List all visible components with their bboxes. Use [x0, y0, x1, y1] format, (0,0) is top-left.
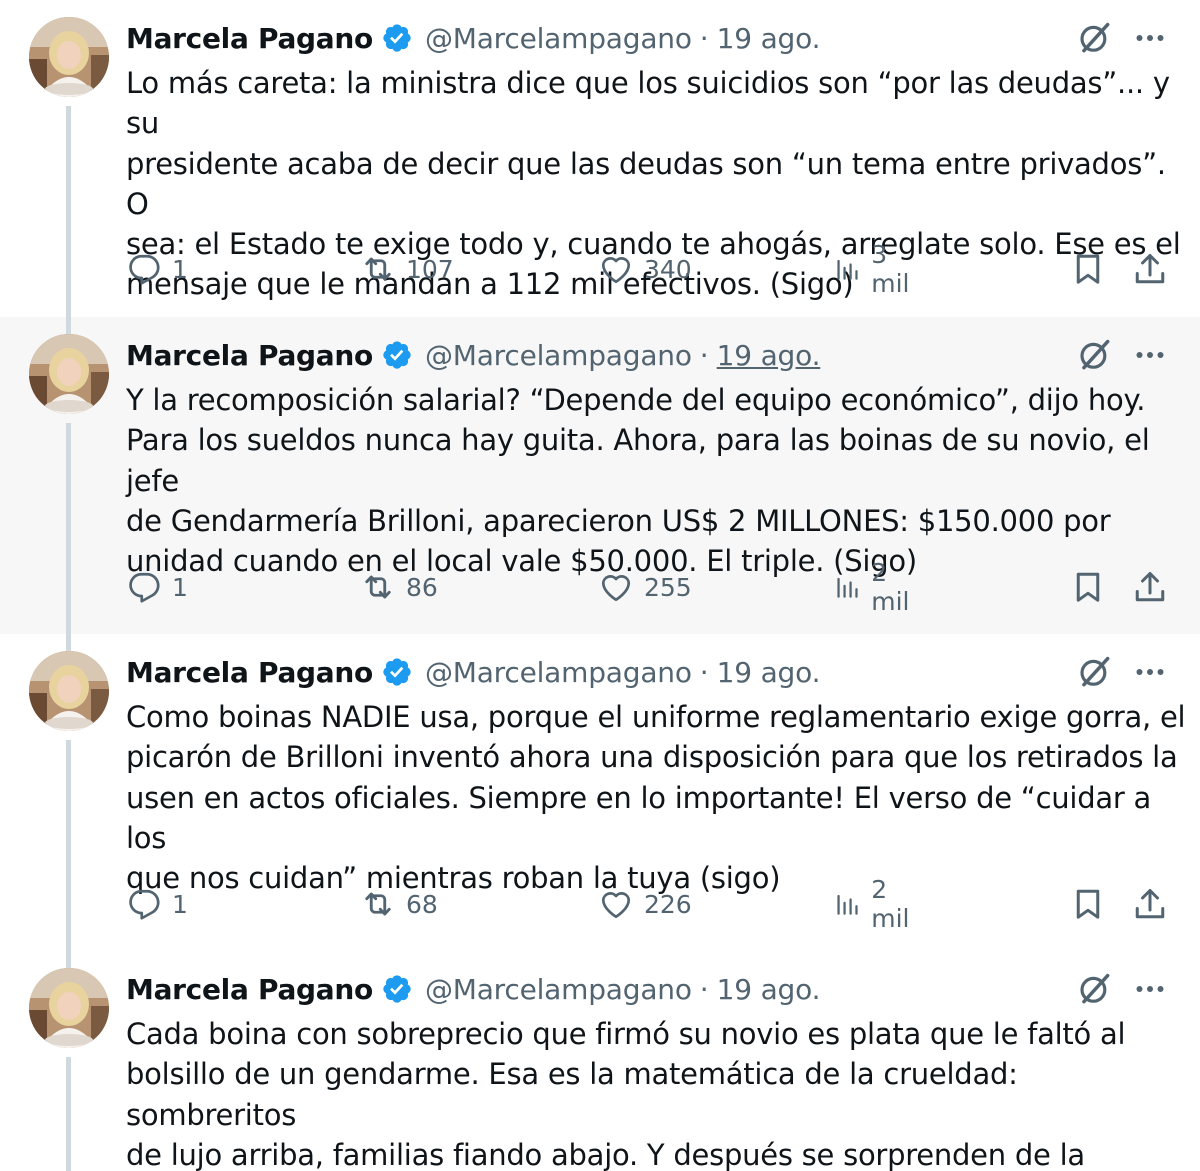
tweet-date[interactable]: 19 ago.: [717, 339, 821, 372]
views-count: 2 mil: [871, 558, 910, 616]
avatar[interactable]: [29, 17, 109, 97]
avatar[interactable]: [29, 651, 109, 731]
bookmark-icon: [1070, 886, 1106, 922]
share-button[interactable]: [1132, 249, 1168, 289]
tweet-text: Y la recomposición salarial? “Depende de…: [126, 383, 1150, 579]
grok-icon[interactable]: [1076, 336, 1114, 374]
tweet[interactable]: Marcela Pagano @Marcelampagano · 19 ago.…: [0, 0, 1200, 317]
verified-badge-icon: [381, 22, 413, 54]
user-handle[interactable]: @Marcelampagano: [425, 339, 692, 372]
bookmark-button[interactable]: [1070, 567, 1106, 607]
separator-dot: ·: [699, 338, 709, 372]
more-icon[interactable]: [1132, 20, 1168, 56]
reply-icon: [126, 886, 162, 922]
retweet-button[interactable]: 68: [360, 884, 438, 924]
bookmark-icon: [1070, 251, 1106, 287]
tweet-date[interactable]: 19 ago.: [717, 656, 821, 689]
tweet-header: Marcela Pagano @Marcelampagano · 19 ago.: [126, 18, 820, 58]
views-icon: [834, 251, 861, 287]
reply-button[interactable]: 1: [126, 567, 188, 607]
grok-icon[interactable]: [1076, 19, 1114, 57]
verified-badge-icon: [381, 656, 413, 688]
tweet[interactable]: Marcela Pagano @Marcelampagano · 19 ago.…: [0, 317, 1200, 634]
tweet-text: Como boinas NADIE usa, porque el uniform…: [126, 700, 1186, 896]
thread-line: [66, 106, 71, 317]
more-icon[interactable]: [1132, 971, 1168, 1007]
views-button[interactable]: 2 mil: [834, 558, 918, 616]
separator-dot: ·: [699, 21, 709, 55]
share-icon: [1132, 251, 1168, 287]
reply-icon: [126, 569, 162, 605]
verified-badge-icon: [381, 973, 413, 1005]
heart-icon: [598, 886, 634, 922]
avatar[interactable]: [29, 334, 109, 414]
like-button[interactable]: 255: [598, 567, 692, 607]
thread-line: [66, 423, 71, 634]
views-count: 2 mil: [871, 875, 910, 933]
user-handle[interactable]: @Marcelampagano: [425, 973, 692, 1006]
tweet-header: Marcela Pagano @Marcelampagano · 19 ago.: [126, 652, 820, 692]
tweet-header: Marcela Pagano @Marcelampagano · 19 ago.: [126, 335, 820, 375]
like-button[interactable]: 226: [598, 884, 692, 924]
like-count: 255: [644, 572, 692, 602]
like-button[interactable]: 340: [598, 249, 692, 289]
bookmark-icon: [1070, 569, 1106, 605]
retweet-button[interactable]: 86: [360, 567, 438, 607]
grok-icon[interactable]: [1076, 970, 1114, 1008]
bookmark-button[interactable]: [1070, 884, 1106, 924]
verified-badge-icon: [381, 339, 413, 371]
grok-icon[interactable]: [1076, 653, 1114, 691]
more-icon[interactable]: [1132, 337, 1168, 373]
retweet-count: 68: [406, 889, 438, 919]
views-icon: [834, 569, 861, 605]
views-count: 3 mil: [871, 240, 910, 298]
reply-button[interactable]: 1: [126, 884, 188, 924]
user-name[interactable]: Marcela Pagano: [126, 22, 373, 55]
reply-button[interactable]: 1: [126, 249, 188, 289]
tweet-date[interactable]: 19 ago.: [717, 973, 821, 1006]
thread-line: [66, 634, 71, 651]
retweet-count: 86: [406, 572, 438, 602]
share-icon: [1132, 886, 1168, 922]
retweet-icon: [360, 251, 396, 287]
tweet-header: Marcela Pagano @Marcelampagano · 19 ago.: [126, 969, 820, 1009]
reply-count: 1: [172, 572, 188, 602]
user-name[interactable]: Marcela Pagano: [126, 339, 373, 372]
user-handle[interactable]: @Marcelampagano: [425, 656, 692, 689]
like-count: 340: [644, 254, 692, 284]
share-icon: [1132, 569, 1168, 605]
thread-line: [66, 317, 71, 334]
user-name[interactable]: Marcela Pagano: [126, 656, 373, 689]
views-button[interactable]: 3 mil: [834, 240, 918, 298]
heart-icon: [598, 569, 634, 605]
views-icon: [834, 886, 861, 922]
reply-count: 1: [172, 254, 188, 284]
bookmark-button[interactable]: [1070, 249, 1106, 289]
tweet-date[interactable]: 19 ago.: [717, 22, 821, 55]
like-count: 226: [644, 889, 692, 919]
separator-dot: ·: [699, 655, 709, 689]
tweet-text: Cada boina con sobreprecio que firmó su …: [126, 1017, 1126, 1171]
user-handle[interactable]: @Marcelampagano: [425, 22, 692, 55]
retweet-button[interactable]: 107: [360, 249, 454, 289]
retweet-icon: [360, 886, 396, 922]
separator-dot: ·: [699, 972, 709, 1006]
retweet-count: 107: [406, 254, 454, 284]
reply-icon: [126, 251, 162, 287]
share-button[interactable]: [1132, 884, 1168, 924]
tweet[interactable]: Marcela Pagano @Marcelampagano · 19 ago.…: [0, 951, 1200, 1171]
thread-line: [66, 951, 71, 968]
thread-line: [66, 740, 71, 951]
avatar[interactable]: [29, 968, 109, 1048]
tweet[interactable]: Marcela Pagano @Marcelampagano · 19 ago.…: [0, 634, 1200, 951]
retweet-icon: [360, 569, 396, 605]
more-icon[interactable]: [1132, 654, 1168, 690]
user-name[interactable]: Marcela Pagano: [126, 973, 373, 1006]
thread-line: [66, 1057, 71, 1171]
views-button[interactable]: 2 mil: [834, 875, 918, 933]
share-button[interactable]: [1132, 567, 1168, 607]
reply-count: 1: [172, 889, 188, 919]
heart-icon: [598, 251, 634, 287]
